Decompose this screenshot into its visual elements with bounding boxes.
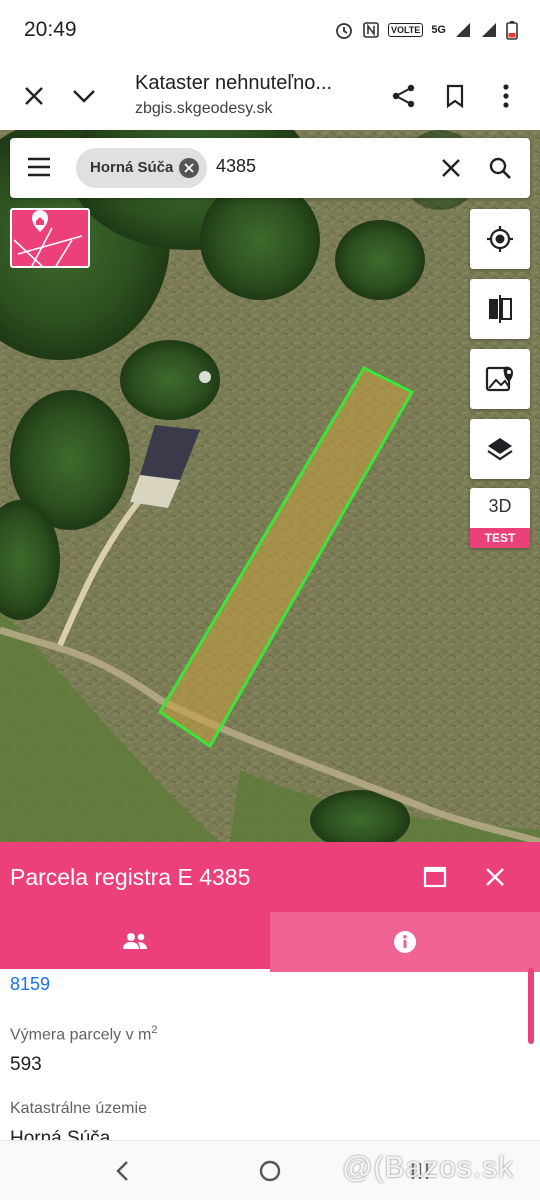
area-label-text: Výmera parcely v m bbox=[10, 1026, 152, 1044]
chip-label: Horná Súča bbox=[90, 159, 174, 176]
watermark: @(Bazos.sk bbox=[342, 1151, 515, 1184]
area-value: 593 bbox=[10, 1054, 42, 1075]
satellite-map[interactable]: Horná Súča 4385 3D TEST bbox=[0, 130, 540, 842]
signal-icon-2 bbox=[482, 23, 496, 37]
nfc-icon bbox=[363, 22, 379, 38]
close-icon bbox=[25, 87, 43, 105]
layers-button[interactable] bbox=[470, 419, 530, 479]
panel-tabs bbox=[0, 912, 540, 972]
tab-owners[interactable] bbox=[0, 912, 270, 972]
home-button[interactable] bbox=[254, 1155, 286, 1187]
area-label-unit-sup: 2 bbox=[151, 1024, 158, 1036]
search-bar: Horná Súča 4385 bbox=[10, 138, 530, 198]
close-tab-button[interactable] bbox=[16, 78, 52, 114]
gps-target-icon bbox=[487, 226, 513, 252]
parcel-title: Parcela registra E 4385 bbox=[10, 864, 251, 890]
google-maps-button[interactable] bbox=[470, 349, 530, 409]
page-title: Kataster nehnuteľno... bbox=[135, 72, 333, 94]
three-d-label: 3D bbox=[488, 496, 512, 516]
three-d-button[interactable]: 3D TEST bbox=[470, 488, 530, 548]
parcel-details: 8159 Výmera parcely v m2 593 Katastrálne… bbox=[0, 972, 540, 1140]
search-button[interactable] bbox=[488, 156, 512, 185]
bookmark-icon bbox=[446, 84, 464, 108]
close-icon bbox=[442, 159, 460, 177]
more-vertical-icon bbox=[503, 84, 509, 108]
layers-icon bbox=[487, 438, 513, 461]
more-menu-button[interactable] bbox=[488, 78, 524, 114]
signal-icon bbox=[456, 23, 470, 37]
system-nav-bar: @(Bazos.sk bbox=[0, 1140, 540, 1200]
network-type: 5G bbox=[431, 24, 446, 36]
map-pin-icon bbox=[485, 366, 514, 392]
close-icon bbox=[486, 868, 504, 886]
location-filter-chip[interactable]: Horná Súča bbox=[76, 148, 208, 188]
status-bar: 20:49 VOLTE 5G bbox=[0, 0, 540, 62]
cadastre-layer-toggle[interactable] bbox=[10, 208, 90, 268]
search-icon bbox=[489, 157, 511, 179]
people-icon bbox=[123, 932, 147, 949]
hamburger-menu-icon bbox=[28, 157, 50, 177]
volte-badge: VOLTE bbox=[387, 23, 424, 37]
chevron-down-icon bbox=[73, 90, 95, 103]
page-url: zbgis.skgeodesy.sk bbox=[135, 100, 273, 117]
maximize-panel-button[interactable] bbox=[417, 859, 453, 895]
parcel-panel-header: Parcela registra E 4385 bbox=[0, 842, 540, 912]
close-panel-button[interactable] bbox=[477, 859, 513, 895]
compare-icon bbox=[489, 295, 512, 323]
panel-scrollbar[interactable] bbox=[528, 968, 534, 1044]
cadastral-area-label: Katastrálne územie bbox=[10, 1100, 147, 1117]
menu-button[interactable] bbox=[26, 156, 52, 183]
maximize-icon bbox=[423, 866, 447, 888]
my-location-button[interactable] bbox=[470, 209, 530, 269]
close-icon bbox=[184, 163, 194, 173]
status-icons: VOLTE 5G bbox=[334, 20, 518, 40]
home-circle-icon bbox=[259, 1160, 281, 1182]
bookmark-button[interactable] bbox=[437, 78, 473, 114]
search-input[interactable]: 4385 bbox=[216, 156, 256, 177]
tab-info[interactable] bbox=[270, 912, 540, 972]
area-label: Výmera parcely v m2 bbox=[10, 1024, 158, 1044]
share-button[interactable] bbox=[386, 78, 422, 114]
share-icon bbox=[392, 84, 415, 108]
test-badge: TEST bbox=[470, 528, 530, 548]
back-button[interactable] bbox=[106, 1155, 138, 1187]
parcel-link-value[interactable]: 8159 bbox=[10, 974, 50, 995]
cadastral-area-value: Horná Súča bbox=[10, 1128, 111, 1140]
chip-remove-button[interactable] bbox=[179, 158, 200, 178]
compare-maps-button[interactable] bbox=[470, 279, 530, 339]
cadastre-map-icon bbox=[13, 210, 83, 266]
alarm-icon bbox=[336, 23, 352, 39]
back-chevron-icon bbox=[116, 1161, 128, 1181]
browser-toolbar: Kataster nehnuteľno... zbgis.skgeodesy.s… bbox=[0, 62, 540, 130]
battery-icon bbox=[506, 21, 518, 40]
clear-search-button[interactable] bbox=[440, 157, 462, 184]
status-time: 20:49 bbox=[24, 18, 77, 41]
minimize-button[interactable] bbox=[66, 78, 102, 114]
info-icon bbox=[394, 931, 416, 953]
